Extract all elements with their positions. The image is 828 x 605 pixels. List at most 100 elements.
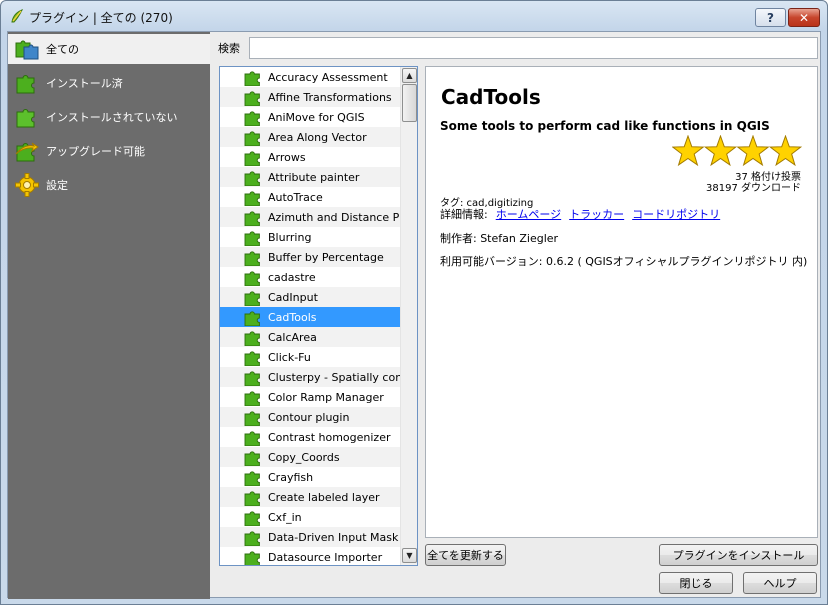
plugin-list-item[interactable]: Clusterpy - Spatially cons [220,367,400,387]
plugin-list-item[interactable]: CalcArea [220,327,400,347]
plugin-name: CadInput [268,291,318,304]
upgrade-all-button[interactable]: 全てを更新する [425,544,506,566]
plugin-list-item[interactable]: Copy_Coords [220,447,400,467]
plugin-list-item[interactable]: Azimuth and Distance Plu [220,207,400,227]
plugin-icon [244,231,260,246]
sidebar-item-all[interactable]: 全ての [8,34,210,64]
sidebar-item-label: アップグレード可能 [46,145,145,158]
plugin-name: Blurring [268,231,312,244]
plugin-list[interactable]: Accuracy Assessment Affine Transformation… [219,66,418,566]
plugin-manager-window: プラグイン | 全ての (270) ? ✕ 全ての インストール済 インストール… [0,0,828,605]
plugin-icon [244,271,260,286]
window-help-button[interactable]: ? [755,8,786,27]
plugin-list-item[interactable]: Area Along Vector [220,127,400,147]
plugin-icon [244,291,260,306]
scroll-up-arrow-icon[interactable]: ▲ [402,68,417,83]
plugin-list-item[interactable]: Buffer by Percentage [220,247,400,267]
plugin-list-item[interactable]: Contrast homogenizer [220,427,400,447]
plugin-not-installed-icon [16,109,35,128]
plugin-name: Copy_Coords [268,451,340,464]
code-repository-link[interactable]: コードリポジトリ [632,208,720,221]
rating-stars [672,135,802,167]
plugin-list-item[interactable]: Data-Driven Input Mask [220,527,400,547]
plugin-list-item[interactable]: AniMove for QGIS [220,107,400,127]
plugin-icon [244,431,260,446]
list-scrollbar[interactable]: ▲ ▼ [400,67,417,565]
plugin-name: CadTools [268,311,317,324]
plugin-list-item[interactable]: Click-Fu [220,347,400,367]
plugin-list-item[interactable]: Contour plugin [220,407,400,427]
rating-star-icon [736,135,770,167]
title-bar: プラグイン | 全ての (270) ? ✕ [1,1,827,31]
plugin-name: CalcArea [268,331,317,344]
sidebar-item-settings[interactable]: 設定 [8,170,210,200]
search-label: 検索 [218,42,240,55]
install-plugin-button[interactable]: プラグインをインストール [659,544,818,566]
plugin-name: cadastre [268,271,316,284]
plugin-list-item[interactable]: AutoTrace [220,187,400,207]
plugin-name: Area Along Vector [268,131,367,144]
sidebar-item-installed[interactable]: インストール済 [8,68,210,98]
plugin-icon [244,411,260,426]
plugin-list-item[interactable]: Create labeled layer [220,487,400,507]
sidebar-item-label: インストール済 [46,77,123,90]
plugin-list-item[interactable]: Cxf_in [220,507,400,527]
plugin-list-item[interactable]: Crayfish [220,467,400,487]
rating-star-icon [672,135,705,167]
plugin-icon [244,451,260,466]
homepage-link[interactable]: ホームページ [496,208,561,221]
plugin-name: Accuracy Assessment [268,71,388,84]
plugin-icon [244,151,260,166]
plugin-list-item[interactable]: CadTools [220,307,400,327]
plugin-icon [244,131,260,146]
plugin-icon [244,531,260,546]
scroll-thumb[interactable] [402,84,417,122]
plugin-name: Contour plugin [268,411,350,424]
more-info-label: 詳細情報: [440,208,488,221]
plugin-list-item[interactable]: Accuracy Assessment [220,67,400,87]
plugin-icon [244,331,260,346]
plugin-name: Clusterpy - Spatially cons [268,371,400,384]
plugin-icon [244,111,260,126]
plugin-icon [244,491,260,506]
plugin-icon [244,91,260,106]
plugin-list-item[interactable]: Datasource Importer [220,547,400,565]
plugin-list-item[interactable]: cadastre [220,267,400,287]
sidebar-item-not-installed[interactable]: インストールされていない [8,102,210,132]
plugin-name: AutoTrace [268,191,323,204]
plugin-list-item[interactable]: Attribute painter [220,167,400,187]
plugin-icon [244,251,260,266]
plugin-list-item[interactable]: Blurring [220,227,400,247]
plugin-list-item[interactable]: Affine Transformations [220,87,400,107]
plugin-icon [244,191,260,206]
search-input[interactable] [249,37,818,59]
plugin-icon [244,471,260,486]
plugin-icon [244,71,260,86]
tracker-link[interactable]: トラッカー [569,208,624,221]
window-close-button[interactable]: ✕ [788,8,820,27]
help-button[interactable]: ヘルプ [743,572,817,594]
plugin-list-item[interactable]: CadInput [220,287,400,307]
plugin-icon [244,311,260,326]
rating-star-icon [768,135,802,167]
plugin-description: Some tools to perform cad like functions… [440,119,770,133]
plugin-list-item[interactable]: Arrows [220,147,400,167]
plugin-name: Contrast homogenizer [268,431,391,444]
plugins-all-icon [15,40,39,60]
plugin-list-item[interactable]: Color Ramp Manager [220,387,400,407]
plugin-icon [244,371,260,386]
scroll-down-arrow-icon[interactable]: ▼ [402,548,417,563]
plugin-upgrade-icon [15,142,39,162]
rating-star-icon [703,135,738,167]
plugin-name: Create labeled layer [268,491,380,504]
close-button[interactable]: 閉じる [659,572,733,594]
plugin-name: Click-Fu [268,351,311,364]
dialog-body: 全ての インストール済 インストールされていない アップグレード可能 設定 検索… [7,31,821,599]
plugin-list-rows: Accuracy Assessment Affine Transformation… [220,67,400,565]
plugin-name: Datasource Importer [268,551,383,564]
plugin-name: Crayfish [268,471,314,484]
sidebar-item-upgradeable[interactable]: アップグレード可能 [8,136,210,166]
plugin-name: Data-Driven Input Mask [268,531,399,544]
plugin-name: Azimuth and Distance Plu [268,211,400,224]
plugin-name: Affine Transformations [268,91,392,104]
